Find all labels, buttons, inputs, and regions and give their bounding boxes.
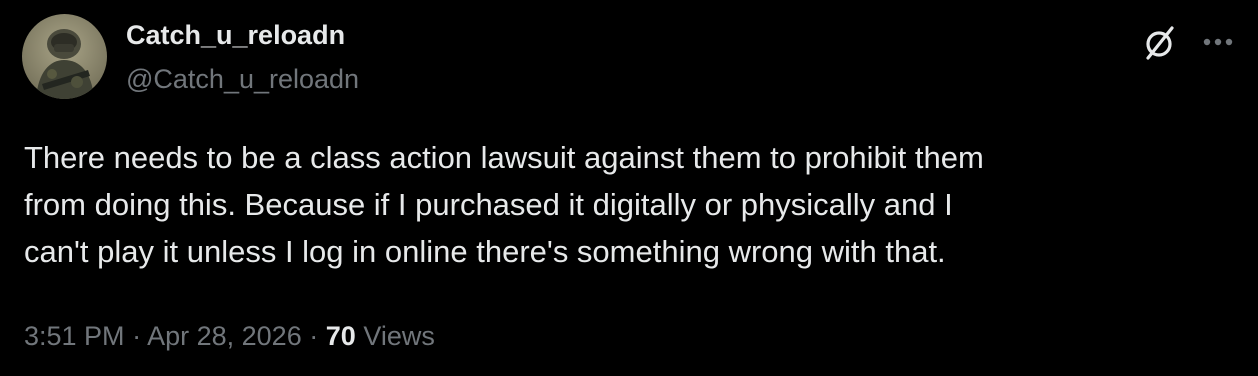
meta-separator: · bbox=[309, 321, 319, 351]
soldier-avatar-icon bbox=[22, 14, 107, 99]
tweet-time[interactable]: 3:51 PM bbox=[24, 321, 125, 351]
author-display-name[interactable]: Catch_u_reloadn bbox=[126, 18, 345, 52]
tweet-card: Catch_u_reloadn @Catch_u_reloadn There n… bbox=[0, 0, 1258, 376]
views-count: 70 bbox=[325, 321, 356, 351]
more-options-button[interactable] bbox=[1196, 20, 1240, 64]
tweet-text-line: There needs to be a class action lawsuit… bbox=[24, 140, 984, 175]
tweet-text-line: can't play it unless I log in online the… bbox=[24, 234, 946, 269]
tweet-meta: 3:51 PM · Apr 28, 2026 · 70 Views bbox=[24, 318, 435, 354]
tweet-date[interactable]: Apr 28, 2026 bbox=[147, 321, 302, 351]
grok-icon bbox=[1146, 26, 1174, 60]
tweet-text: There needs to be a class action lawsuit… bbox=[24, 134, 1224, 275]
more-icon bbox=[1203, 38, 1233, 46]
grok-button[interactable] bbox=[1138, 20, 1182, 64]
meta-separator: · bbox=[132, 321, 142, 351]
views-label: Views bbox=[363, 321, 435, 351]
tweet-text-line: from doing this. Because if I purchased … bbox=[24, 187, 953, 222]
author-handle[interactable]: @Catch_u_reloadn bbox=[126, 62, 359, 96]
avatar[interactable] bbox=[22, 14, 107, 99]
